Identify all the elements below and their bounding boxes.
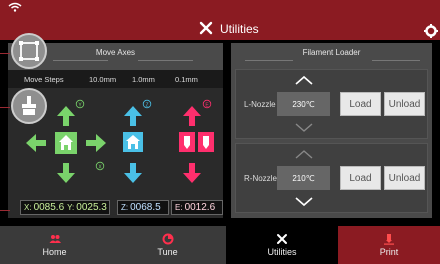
z-minus-button[interactable]	[124, 163, 142, 183]
guide-line	[0, 107, 10, 108]
e-minus-button[interactable]	[183, 163, 201, 183]
e-label: E:	[175, 203, 183, 212]
extruder-left-button[interactable]	[179, 132, 195, 152]
l-nozzle-temp-up[interactable]	[294, 75, 314, 85]
move-steps-label: Move Steps	[24, 74, 64, 84]
r-nozzle-label: R-Nozzle	[244, 174, 277, 183]
x-axis-badge: X	[95, 161, 105, 171]
header-bar: Utilities	[0, 0, 440, 40]
z-value: 0068.5	[130, 202, 161, 213]
title-divider-right	[372, 60, 420, 61]
tools-icon	[277, 234, 287, 244]
step-1mm[interactable]: 1.0mm	[132, 75, 155, 84]
x-label: X:	[24, 203, 32, 212]
xy-readout: X: 0085.6 Y: 0025.3	[20, 200, 110, 215]
l-nozzle-temp[interactable]: 230℃	[277, 92, 330, 116]
r-nozzle-temp[interactable]: 210℃	[277, 166, 330, 190]
bottom-nav: Home Tune Utilities Print	[0, 226, 440, 264]
y-minus-button[interactable]	[57, 163, 75, 183]
x-plus-button[interactable]	[86, 134, 106, 152]
page-title: Utilities	[220, 22, 259, 36]
r-nozzle-row: R-Nozzle 210℃ Load Unload	[235, 143, 428, 213]
print-icon	[384, 234, 394, 245]
tab-tune[interactable]: Tune	[109, 226, 226, 264]
x-minus-button[interactable]	[26, 134, 46, 152]
guide-line	[0, 53, 10, 54]
e-readout: E: 0012.6	[171, 200, 223, 215]
z-label: Z:	[121, 203, 129, 212]
e-axis-badge: E	[202, 99, 212, 109]
r-nozzle-temp-down[interactable]	[294, 197, 314, 207]
tab-utilities[interactable]: Utilities	[226, 226, 338, 264]
users-icon	[49, 235, 61, 243]
y-plus-button[interactable]	[57, 106, 75, 126]
z-axis-badge: Z	[142, 99, 152, 109]
l-nozzle-row: L-Nozzle 230℃ Load Unload	[235, 69, 428, 139]
home-z-button[interactable]	[123, 132, 143, 152]
header-title-group: Utilities	[198, 21, 259, 37]
step-0.1mm[interactable]: 0.1mm	[175, 75, 198, 84]
e-plus-button[interactable]	[183, 106, 201, 126]
step-10mm[interactable]: 10.0mm	[89, 75, 116, 84]
home-xy-button[interactable]	[55, 132, 77, 154]
r-nozzle-load-button[interactable]: Load	[340, 166, 381, 190]
r-nozzle-unload-button[interactable]: Unload	[384, 166, 425, 190]
wifi-icon	[8, 2, 22, 12]
title-divider-left	[245, 60, 293, 61]
pie-chart-icon	[162, 233, 173, 245]
e-value: 0012.6	[184, 202, 216, 213]
filament-loader-title: Filament Loader	[302, 48, 361, 57]
brush-icon	[22, 96, 36, 115]
tab-print[interactable]: Print	[338, 226, 440, 264]
move-steps-row: Move Steps 10.0mm 1.0mm 0.1mm	[8, 70, 223, 88]
l-nozzle-label: L-Nozzle	[244, 100, 276, 109]
l-nozzle-temp-down[interactable]	[294, 123, 314, 133]
z-readout: Z: 0068.5	[117, 200, 169, 215]
title-divider-right	[138, 60, 193, 61]
z-axis-badge-label: Z	[145, 103, 148, 109]
y-label: Y:	[67, 203, 75, 212]
tab-utilities-label: Utilities	[267, 247, 297, 257]
tab-home[interactable]: Home	[0, 226, 109, 264]
title-divider-left	[53, 60, 108, 61]
gear-icon[interactable]	[424, 24, 438, 38]
level-frame-icon	[19, 41, 39, 61]
tools-icon	[199, 21, 213, 35]
clean-nozzle-button[interactable]	[11, 88, 47, 124]
y-axis-badge: Y	[75, 99, 85, 109]
r-nozzle-temp-up[interactable]	[294, 149, 314, 159]
z-plus-button[interactable]	[124, 106, 142, 126]
tab-home-label: Home	[42, 247, 67, 257]
guide-line	[0, 210, 10, 211]
move-axes-panel: Move Axes Move Steps 10.0mm 1.0mm 0.1mm …	[8, 43, 223, 218]
tab-tune-label: Tune	[157, 247, 178, 257]
extruder-right-button[interactable]	[198, 132, 214, 152]
y-value: 0025.3	[76, 202, 107, 213]
bed-level-button[interactable]	[11, 33, 47, 69]
l-nozzle-load-button[interactable]: Load	[340, 92, 381, 116]
x-value: 0085.6	[33, 202, 65, 213]
l-nozzle-unload-button[interactable]: Unload	[384, 92, 425, 116]
tab-print-label: Print	[379, 247, 399, 257]
